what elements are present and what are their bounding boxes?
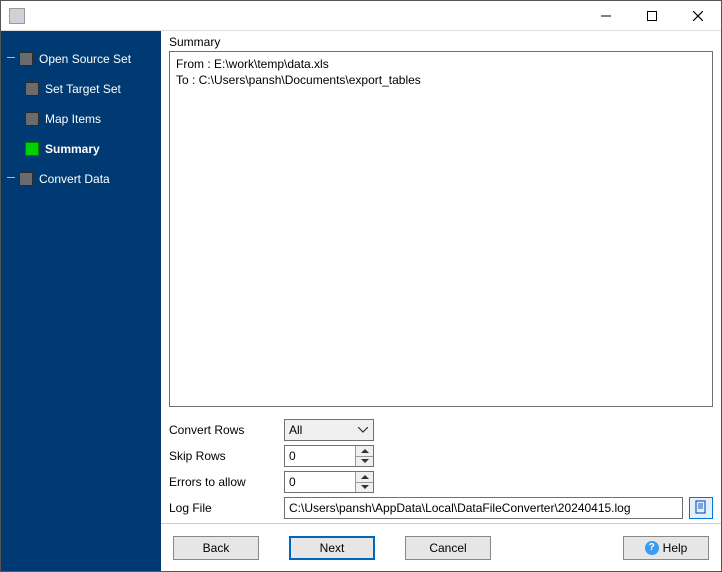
skip-rows-label: Skip Rows bbox=[169, 449, 284, 463]
browse-log-button[interactable] bbox=[689, 497, 713, 519]
skip-rows-down[interactable] bbox=[356, 457, 373, 467]
maximize-button[interactable] bbox=[629, 1, 675, 30]
close-button[interactable] bbox=[675, 1, 721, 30]
back-button[interactable]: Back bbox=[173, 536, 259, 560]
step-status-icon bbox=[25, 142, 39, 156]
wizard-sidebar: Open Source Set Set Target Set Map Items Su… bbox=[1, 31, 161, 571]
step-status-icon bbox=[25, 112, 39, 126]
app-icon bbox=[9, 8, 25, 24]
errors-allow-up[interactable] bbox=[356, 472, 373, 483]
step-status-icon bbox=[25, 82, 39, 96]
tree-toggle-icon[interactable] bbox=[7, 173, 17, 183]
help-icon: ? bbox=[645, 541, 659, 555]
panel-header: Summary bbox=[161, 31, 721, 51]
errors-allow-spinner[interactable] bbox=[284, 471, 374, 493]
step-status-icon bbox=[19, 172, 33, 186]
wizard-step-label: Open Source Set bbox=[39, 52, 131, 66]
tree-toggle-icon[interactable] bbox=[7, 53, 17, 63]
wizard-step-convert-data[interactable]: Convert Data bbox=[7, 167, 161, 191]
help-button[interactable]: ? Help bbox=[623, 536, 709, 560]
convert-rows-select[interactable]: All bbox=[284, 419, 374, 441]
wizard-step-label: Convert Data bbox=[39, 172, 110, 186]
titlebar bbox=[1, 1, 721, 31]
log-file-input[interactable] bbox=[284, 497, 683, 519]
errors-allow-down[interactable] bbox=[356, 483, 373, 493]
cancel-button[interactable]: Cancel bbox=[405, 536, 491, 560]
errors-allow-label: Errors to allow bbox=[169, 475, 284, 489]
errors-allow-input[interactable] bbox=[285, 472, 355, 492]
wizard-step-map-items[interactable]: Map Items bbox=[25, 107, 161, 131]
file-icon bbox=[694, 500, 708, 517]
wizard-step-label: Set Target Set bbox=[45, 82, 121, 96]
next-button[interactable]: Next bbox=[289, 536, 375, 560]
wizard-step-set-target-set[interactable]: Set Target Set bbox=[25, 77, 161, 101]
skip-rows-spinner[interactable] bbox=[284, 445, 374, 467]
wizard-step-label: Summary bbox=[45, 142, 100, 156]
skip-rows-up[interactable] bbox=[356, 446, 373, 457]
wizard-step-open-source-set[interactable]: Open Source Set bbox=[7, 47, 161, 71]
wizard-step-label: Map Items bbox=[45, 112, 101, 126]
wizard-step-summary[interactable]: Summary bbox=[25, 137, 161, 161]
step-status-icon bbox=[19, 52, 33, 66]
summary-text: From : E:\work\temp\data.xls To : C:\Use… bbox=[169, 51, 713, 407]
main-window: Open Source Set Set Target Set Map Items Su… bbox=[0, 0, 722, 572]
minimize-button[interactable] bbox=[583, 1, 629, 30]
convert-rows-label: Convert Rows bbox=[169, 423, 284, 437]
button-bar: Back Next Cancel ? Help bbox=[161, 523, 721, 571]
skip-rows-input[interactable] bbox=[285, 446, 355, 466]
log-file-label: Log File bbox=[169, 501, 284, 515]
